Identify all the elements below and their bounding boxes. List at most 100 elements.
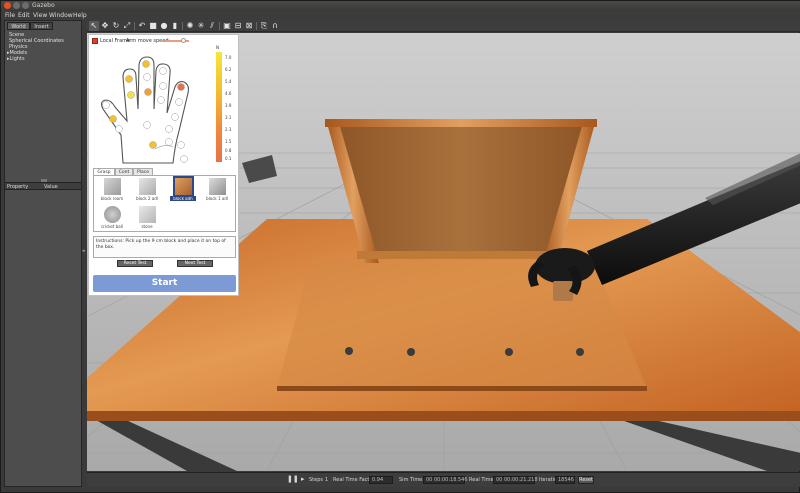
tree-item-lights[interactable]: ▸Lights bbox=[7, 56, 25, 62]
legend-tick: 3.1 bbox=[225, 115, 232, 120]
screw-icon bbox=[407, 348, 415, 356]
tab-world[interactable]: World bbox=[7, 22, 30, 30]
step-icon[interactable]: ▸ bbox=[301, 475, 305, 483]
reset-time-button[interactable]: Reset bbox=[578, 476, 594, 484]
object-block-1-adl[interactable]: block 1 adl bbox=[204, 178, 230, 204]
sensor-dot bbox=[142, 60, 150, 68]
snap-icon[interactable]: ⊠ bbox=[244, 21, 254, 31]
real-time-label: Real Time: bbox=[469, 477, 496, 483]
sensor-dot bbox=[177, 141, 185, 149]
scale-icon[interactable]: ⤢ bbox=[122, 21, 132, 31]
pause-icon[interactable]: ❚❚ bbox=[287, 475, 299, 483]
record-icon[interactable]: ⎘ bbox=[259, 21, 269, 31]
legend-tick: 6.2 bbox=[225, 67, 232, 72]
sensor-dot bbox=[159, 82, 167, 90]
sensor-dot bbox=[159, 67, 167, 75]
screw-icon bbox=[345, 347, 353, 355]
hand-outline bbox=[100, 56, 190, 164]
screw-icon bbox=[505, 348, 513, 356]
close-window-button[interactable] bbox=[4, 2, 11, 9]
menu-bar: File Edit View Window Help bbox=[1, 11, 800, 20]
maximize-window-button[interactable] bbox=[22, 2, 29, 9]
directional-light-icon[interactable]: ⫽ bbox=[207, 21, 217, 31]
menu-view[interactable]: View bbox=[33, 12, 47, 19]
steps-value[interactable]: 1 bbox=[325, 477, 328, 483]
toolbar-separator bbox=[134, 22, 135, 30]
arrow-icon[interactable]: ↖ bbox=[89, 21, 99, 31]
object-thumbnail bbox=[103, 206, 121, 223]
title-bar: Gazebo bbox=[1, 1, 800, 11]
object-stone[interactable]: stone bbox=[134, 206, 160, 232]
sensor-dot bbox=[125, 75, 133, 83]
screenshot-icon[interactable]: ▣ bbox=[222, 21, 232, 31]
object-block-room[interactable]: block room bbox=[99, 178, 125, 204]
sensor-dot bbox=[165, 138, 173, 146]
object-thumbnail bbox=[208, 178, 226, 195]
reset-test-button[interactable]: Reset Test bbox=[117, 260, 153, 267]
spot-light-icon[interactable]: ✳ bbox=[196, 21, 206, 31]
tab-insert[interactable]: Insert bbox=[30, 22, 53, 30]
object-thumbnail bbox=[138, 206, 156, 223]
sensor-dot bbox=[115, 125, 123, 133]
toolbar-separator bbox=[182, 22, 183, 30]
align-icon[interactable]: ⊟ bbox=[233, 21, 243, 31]
toolbar: ↖ ✥ ↻ ⤢ ↶ ■ ● ▮ ✺ ✳ ⫽ ▣ ⊟ ⊠ ⎘ ∩ bbox=[87, 20, 800, 32]
object-thumbnail bbox=[172, 176, 194, 197]
sensor-dot bbox=[165, 125, 173, 133]
headphones-icon[interactable]: ∩ bbox=[270, 21, 280, 31]
legend-tick: 4.6 bbox=[225, 91, 232, 96]
hand-diagram bbox=[100, 56, 190, 164]
box-icon[interactable]: ■ bbox=[148, 21, 158, 31]
legend-tick: 0.8 bbox=[225, 148, 232, 153]
table-edge bbox=[87, 411, 800, 421]
sphere-icon[interactable]: ● bbox=[159, 21, 169, 31]
sensor-dot bbox=[149, 141, 157, 149]
window-title: Gazebo bbox=[32, 2, 55, 9]
local-frame-checkbox[interactable] bbox=[92, 38, 98, 44]
minimize-window-button[interactable] bbox=[13, 2, 20, 9]
status-bar: ❚❚ ▸ Steps 1 Real Time Factor: 0.94 Sim … bbox=[87, 472, 800, 487]
screw-icon bbox=[576, 348, 584, 356]
object-cricket-ball[interactable]: cricket ball bbox=[99, 206, 125, 232]
menu-help[interactable]: Help bbox=[73, 12, 87, 19]
translate-icon[interactable]: ✥ bbox=[100, 21, 110, 31]
real-time-factor-value: 0.94 bbox=[369, 476, 393, 484]
sensor-dot bbox=[175, 98, 183, 106]
value-column-header: Value bbox=[44, 184, 58, 190]
start-button[interactable]: Start bbox=[93, 275, 236, 292]
sensor-dot bbox=[109, 115, 117, 123]
steps-label: Steps bbox=[309, 477, 323, 483]
sensor-dot bbox=[143, 121, 151, 129]
object-block-adh[interactable]: block adh bbox=[170, 176, 196, 204]
box-base bbox=[277, 258, 647, 388]
sensor-dot bbox=[143, 73, 151, 81]
box-top-rim bbox=[325, 119, 597, 127]
legend-tick: 3.9 bbox=[225, 103, 232, 108]
rotate-icon[interactable]: ↻ bbox=[111, 21, 121, 31]
menu-edit[interactable]: Edit bbox=[18, 12, 30, 19]
legend-tick: 7.0 bbox=[225, 55, 232, 60]
undo-icon[interactable]: ↶ bbox=[137, 21, 147, 31]
menu-window[interactable]: Window bbox=[49, 12, 73, 19]
real-time-value: 00 00:00:21.218 bbox=[493, 476, 538, 484]
arm-speed-slider-knob[interactable] bbox=[181, 38, 186, 43]
sensor-dot bbox=[127, 91, 135, 99]
object-thumbnail bbox=[138, 178, 156, 195]
left-panel: World Insert Scene Spherical Coordinates… bbox=[4, 20, 82, 487]
sensor-dot bbox=[144, 88, 152, 96]
object-thumbnail bbox=[103, 178, 121, 195]
legend-unit: N bbox=[216, 45, 219, 50]
legend-tick: 1.5 bbox=[225, 139, 232, 144]
point-light-icon[interactable]: ✺ bbox=[185, 21, 195, 31]
cylinder-icon[interactable]: ▮ bbox=[170, 21, 180, 31]
sensor-dot bbox=[171, 113, 179, 121]
sim-time-label: Sim Time: bbox=[399, 477, 424, 483]
next-test-button[interactable]: Next Test bbox=[177, 260, 213, 267]
collapse-panel-arrow-icon[interactable]: ◂ bbox=[82, 248, 85, 254]
toolbar-separator bbox=[256, 22, 257, 30]
properties-header: Property Value bbox=[5, 182, 81, 190]
object-block-2-adl[interactable]: block 2 adl bbox=[134, 178, 160, 204]
box-base-edge bbox=[277, 386, 647, 391]
sensor-dot bbox=[157, 96, 165, 104]
menu-file[interactable]: File bbox=[5, 12, 15, 19]
